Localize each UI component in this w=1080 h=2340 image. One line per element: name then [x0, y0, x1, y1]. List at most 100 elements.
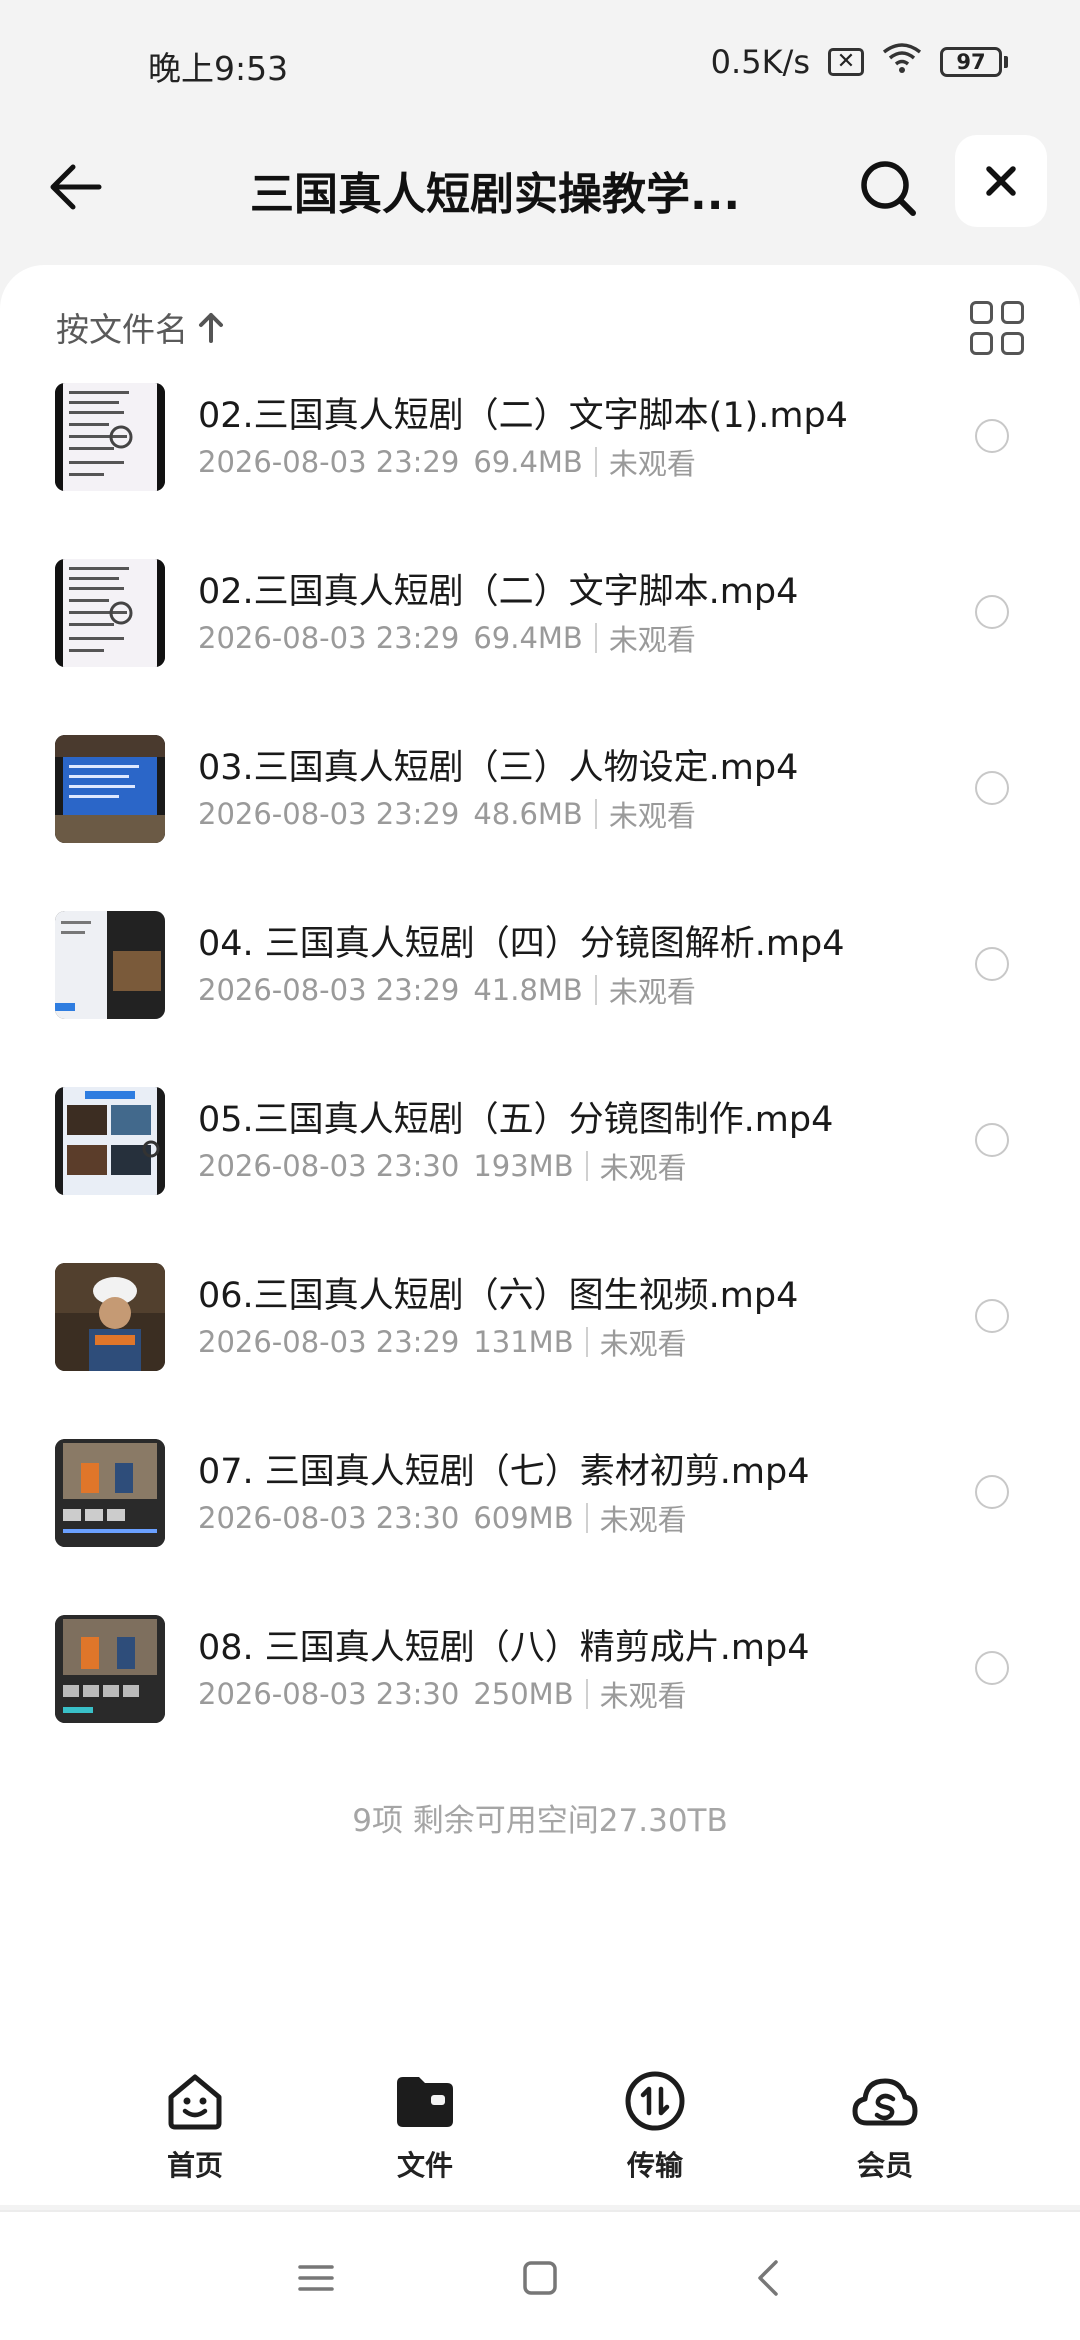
select-radio[interactable] [975, 1123, 1009, 1157]
file-name: 08. 三国真人短剧（八）精剪成片.mp4 [198, 1628, 810, 1668]
status-time: 晚上9:53 [148, 49, 289, 88]
select-radio[interactable] [975, 1651, 1009, 1685]
select-radio[interactable] [975, 595, 1009, 629]
file-name: 02.三国真人短剧（二）文字脚本.mp4 [198, 572, 799, 612]
tab-files-label: 文件 [396, 2149, 453, 2182]
status-bar: 晚上9:53 0.5K/s ✕ 97 [0, 0, 1080, 130]
watch-status: 未观看 [599, 1151, 687, 1185]
video-thumbnail [55, 1087, 165, 1195]
menu-button[interactable] [290, 2252, 342, 2304]
file-meta: 2026-08-03 23:29 131MB 未观看 [198, 1321, 687, 1363]
file-date: 2026-08-03 23:30 [198, 1677, 460, 1711]
video-thumbnail [55, 911, 165, 1019]
video-thumbnail [55, 1615, 165, 1723]
list-item[interactable]: 03.三国真人短剧（三）人物设定.mp4 2026-08-03 23:29 48… [0, 729, 1080, 905]
file-date: 2026-08-03 23:30 [198, 1149, 460, 1183]
back-nav-button[interactable] [742, 2252, 794, 2304]
watch-status: 未观看 [608, 447, 696, 481]
battery-icon: 97 [940, 47, 1008, 77]
list-item[interactable]: 06.三国真人短剧（六）图生视频.mp4 2026-08-03 23:29 13… [0, 1257, 1080, 1433]
folder-icon [390, 2066, 460, 2136]
battery-level: 97 [956, 50, 986, 74]
file-name: 02.三国真人短剧（二）文字脚本(1).mp4 [198, 396, 848, 436]
meta-divider [585, 1151, 588, 1181]
page-title: 三国真人短剧实操教学... [250, 169, 741, 218]
back-arrow-icon [50, 164, 102, 210]
video-thumbnail [55, 559, 165, 667]
tab-vip-label: 会员 [856, 2149, 913, 2182]
list-item[interactable]: 05.三国真人短剧（五）分镜图制作.mp4 2026-08-03 23:30 1… [0, 1081, 1080, 1257]
list-item[interactable]: 02.三国真人短剧（二）文字脚本(1).mp4 2026-08-03 23:29… [0, 377, 1080, 553]
video-thumbnail [55, 1263, 165, 1371]
menu-icon [298, 2265, 334, 2291]
meta-divider [585, 1679, 588, 1709]
file-name: 05.三国真人短剧（五）分镜图制作.mp4 [198, 1100, 834, 1140]
file-date: 2026-08-03 23:29 [198, 797, 460, 831]
home-button[interactable] [514, 2252, 566, 2304]
file-meta: 2026-08-03 23:30 193MB 未观看 [198, 1145, 687, 1187]
watch-status: 未观看 [608, 799, 696, 833]
file-size: 250MB [473, 1677, 574, 1711]
home-smile-icon [160, 2066, 230, 2136]
file-date: 2026-08-03 23:29 [198, 445, 460, 479]
file-size: 193MB [473, 1149, 574, 1183]
file-size: 48.6MB [473, 797, 583, 831]
file-name: 07. 三国真人短剧（七）素材初剪.mp4 [198, 1452, 810, 1492]
meta-divider [594, 975, 597, 1005]
select-radio[interactable] [975, 1475, 1009, 1509]
close-icon [986, 166, 1016, 196]
list-item[interactable]: 08. 三国真人短剧（八）精剪成片.mp4 2026-08-03 23:30 2… [0, 1609, 1080, 1785]
file-size: 69.4MB [473, 445, 583, 479]
file-size: 69.4MB [473, 621, 583, 655]
grid-view-icon [970, 301, 993, 324]
file-name: 04. 三国真人短剧（四）分镜图解析.mp4 [198, 924, 845, 964]
search-button[interactable] [850, 150, 926, 226]
tab-vip[interactable]: 会员 [805, 2050, 965, 2210]
file-meta: 2026-08-03 23:29 41.8MB 未观看 [198, 969, 696, 1011]
select-radio[interactable] [975, 1299, 1009, 1333]
wifi-icon [882, 42, 922, 82]
meta-divider [585, 1327, 588, 1357]
list-item[interactable]: 07. 三国真人短剧（七）素材初剪.mp4 2026-08-03 23:30 6… [0, 1433, 1080, 1609]
grid-view-button[interactable] [970, 301, 1024, 355]
watch-status: 未观看 [599, 1679, 687, 1713]
tab-home[interactable]: 首页 [115, 2050, 275, 2210]
file-size: 609MB [473, 1501, 574, 1535]
select-radio[interactable] [975, 947, 1009, 981]
close-button[interactable] [955, 135, 1047, 227]
status-indicators: 0.5K/s ✕ 97 [711, 42, 1008, 82]
video-thumbnail [55, 383, 165, 491]
file-sheet: 按文件名 02.三国真人短剧（二）文字脚本(1).mp4 2026-08-03 … [0, 265, 1080, 2205]
tab-files[interactable]: 文件 [345, 2050, 505, 2210]
network-speed: 0.5K/s [710, 43, 810, 81]
back-chevron-icon [758, 2260, 778, 2296]
file-name: 03.三国真人短剧（三）人物设定.mp4 [198, 748, 799, 788]
back-button[interactable] [40, 152, 110, 222]
file-name: 06.三国真人短剧（六）图生视频.mp4 [198, 1276, 799, 1316]
home-square-icon [523, 2261, 557, 2295]
arrow-up-icon [199, 313, 223, 343]
file-list: 02.三国真人短剧（二）文字脚本(1).mp4 2026-08-03 23:29… [0, 377, 1080, 1785]
file-meta: 2026-08-03 23:29 48.6MB 未观看 [198, 793, 696, 835]
meta-divider [594, 623, 597, 653]
list-item[interactable]: 02.三国真人短剧（二）文字脚本.mp4 2026-08-03 23:29 69… [0, 553, 1080, 729]
select-radio[interactable] [975, 771, 1009, 805]
file-meta: 2026-08-03 23:29 69.4MB 未观看 [198, 441, 696, 483]
file-date: 2026-08-03 23:30 [198, 1501, 460, 1535]
meta-divider [585, 1503, 588, 1533]
video-thumbnail [55, 1439, 165, 1547]
file-date: 2026-08-03 23:29 [198, 621, 460, 655]
watch-status: 未观看 [599, 1327, 687, 1361]
list-item[interactable]: 04. 三国真人短剧（四）分镜图解析.mp4 2026-08-03 23:29 … [0, 905, 1080, 1081]
sim-x-icon: ✕ [828, 48, 864, 76]
sort-button[interactable]: 按文件名 [56, 303, 224, 351]
select-radio[interactable] [975, 419, 1009, 453]
tab-transfer[interactable]: 传输 [575, 2050, 735, 2210]
header: 三国真人短剧实操教学... [0, 130, 1080, 270]
file-meta: 2026-08-03 23:29 69.4MB 未观看 [198, 617, 696, 659]
file-size: 131MB [473, 1325, 574, 1359]
bottom-tab-bar: 首页 文件 传输 会员 [0, 2050, 1080, 2210]
tab-home-label: 首页 [166, 2149, 223, 2182]
video-thumbnail [55, 735, 165, 843]
vip-cloud-icon [850, 2066, 920, 2136]
